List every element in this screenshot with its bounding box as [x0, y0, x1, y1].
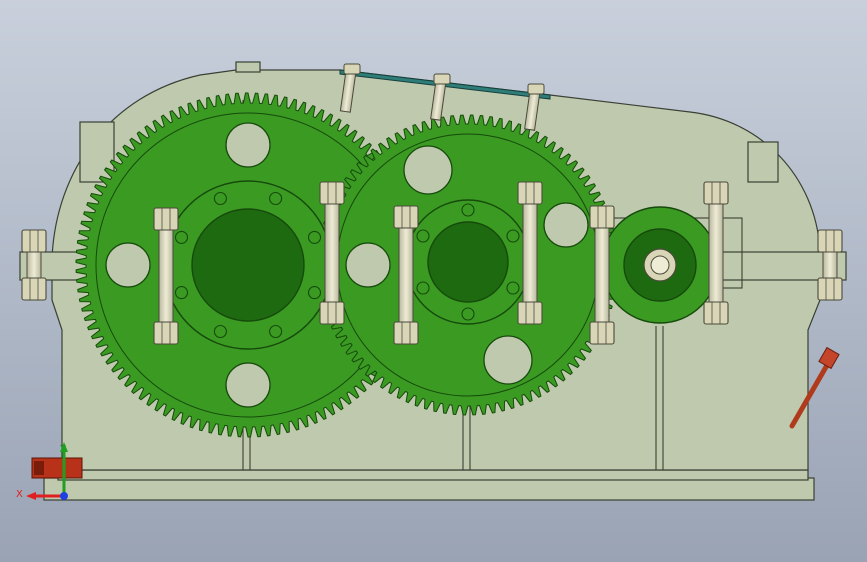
large-gear-hole-right [345, 242, 391, 288]
hub-bolt-hole [416, 281, 430, 295]
axis-label-x: X [16, 489, 23, 500]
hub-bolt-hole [213, 324, 227, 339]
hub-bolt-hole [506, 281, 520, 295]
hub-bolt-hole [506, 229, 520, 243]
hub-bolt-hole [174, 286, 189, 300]
large-gear-hole-left [105, 242, 151, 288]
housing-base-plate [43, 477, 815, 501]
housing-right-flange [747, 141, 779, 183]
hub-bolt-hole [174, 230, 189, 244]
hub-bolt-hole [269, 191, 283, 206]
hub-bolt-hole [307, 286, 322, 300]
mid-gear-bore [427, 221, 509, 303]
housing-vent-cap [235, 61, 261, 73]
hub-bolt-hole [213, 191, 227, 206]
drain-plug-icon[interactable] [31, 457, 83, 479]
housing-base-lip [57, 469, 809, 481]
axis-label-y: Y [59, 444, 67, 455]
hub-bolt-hole [416, 229, 430, 243]
mid-gear-hole-top [403, 145, 453, 195]
hub-bolt-hole [461, 203, 475, 217]
large-gear-bore [191, 208, 305, 322]
gearbox-assembly-drawing[interactable]: X Y [0, 0, 867, 562]
input-shaft-center [650, 255, 670, 275]
cad-viewport[interactable]: X Y [0, 0, 867, 562]
mid-gear-hole-bottom [483, 335, 533, 385]
mid-gear-hole-right [543, 202, 589, 248]
hub-bolt-hole [269, 324, 283, 339]
large-gear-hole-bottom [225, 362, 271, 408]
hub-bolt-hole [307, 230, 322, 244]
hub-bolt-hole [461, 307, 475, 321]
large-gear-hole-top [225, 122, 271, 168]
